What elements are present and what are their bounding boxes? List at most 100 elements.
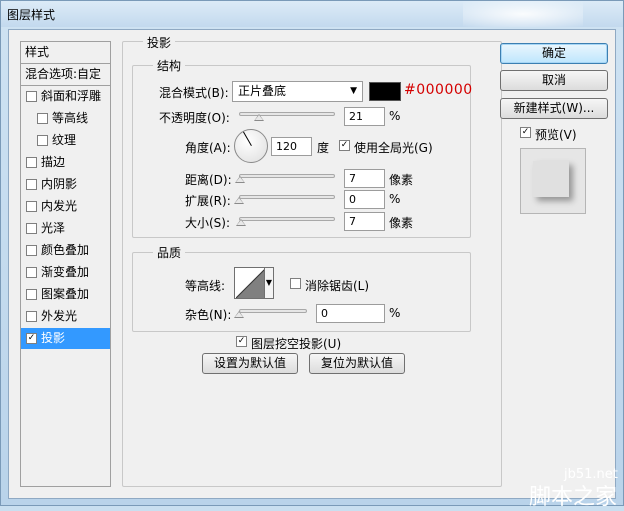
- style-list: 样式 混合选项:自定 斜面和浮雕等高线纹理描边内阴影内发光光泽颜色叠加渐变叠加图…: [20, 41, 111, 487]
- contour-label: 等高线:: [185, 279, 226, 293]
- style-item[interactable]: 内发光: [21, 196, 110, 217]
- size-label: 大小(S):: [185, 216, 231, 230]
- distance-slider-handle[interactable]: [235, 176, 245, 183]
- style-item-checkbox[interactable]: [26, 179, 37, 190]
- style-item-checkbox[interactable]: [26, 157, 37, 168]
- dialog-client-area: 样式 混合选项:自定 斜面和浮雕等高线纹理描边内阴影内发光光泽颜色叠加渐变叠加图…: [8, 29, 616, 499]
- style-item-checkbox[interactable]: [26, 267, 37, 278]
- style-item[interactable]: 斜面和浮雕: [21, 86, 110, 107]
- style-item[interactable]: 图案叠加: [21, 284, 110, 305]
- antialias-checkbox[interactable]: [290, 278, 301, 289]
- title-bar-glare: [463, 1, 583, 27]
- opacity-label: 不透明度(O):: [159, 111, 230, 125]
- structure-title: 结构: [153, 57, 186, 74]
- noise-label: 杂色(N):: [185, 308, 232, 322]
- blend-mode-select[interactable]: 正片叠底 ▼: [232, 81, 363, 102]
- style-item-label: 斜面和浮雕: [41, 89, 102, 103]
- style-item[interactable]: 渐变叠加: [21, 262, 110, 283]
- style-item-checkbox[interactable]: [26, 333, 37, 344]
- angle-input[interactable]: 120: [271, 137, 312, 156]
- preview-swatch: [533, 161, 569, 197]
- style-item-label: 描边: [41, 155, 66, 169]
- size-slider[interactable]: [239, 217, 335, 221]
- watermark-name: 脚本之家: [529, 485, 618, 510]
- opacity-slider-handle[interactable]: [254, 114, 265, 121]
- spread-label: 扩展(R):: [185, 194, 231, 208]
- spread-input[interactable]: 0: [344, 190, 385, 209]
- cancel-button[interactable]: 取消: [500, 70, 608, 91]
- style-item-label: 外发光: [41, 309, 78, 323]
- style-item-checkbox[interactable]: [26, 245, 37, 256]
- style-item-label: 内阴影: [41, 177, 78, 191]
- style-item-label: 渐变叠加: [41, 265, 90, 279]
- window-title: 图层样式: [7, 8, 56, 22]
- style-item[interactable]: 纹理: [21, 130, 110, 151]
- preview-thumbnail: [520, 148, 586, 214]
- style-item-checkbox[interactable]: [37, 135, 48, 146]
- shadow-color-hex: #000000: [404, 82, 473, 98]
- layer-style-dialog: 图层样式 样式 混合选项:自定 斜面和浮雕等高线纹理描边内阴影内发光光泽颜色叠加…: [0, 0, 624, 510]
- preview-checkbox[interactable]: [520, 127, 531, 138]
- contour-curve-icon: [236, 268, 266, 298]
- knockout-label: 图层挖空投影(U): [251, 337, 342, 351]
- style-item-label: 颜色叠加: [41, 243, 90, 257]
- angle-needle: [243, 131, 252, 146]
- drop-shadow-title: 投影: [143, 34, 176, 51]
- style-item-checkbox[interactable]: [26, 201, 37, 212]
- antialias-label: 消除锯齿(L): [305, 279, 370, 293]
- angle-label: 角度(A):: [185, 141, 231, 155]
- ok-button[interactable]: 确定: [500, 43, 608, 64]
- global-light-label: 使用全局光(G): [354, 141, 433, 155]
- style-item-label: 图案叠加: [41, 287, 90, 301]
- knockout-checkbox[interactable]: [236, 336, 247, 347]
- preview-label: 预览(V): [535, 128, 577, 142]
- style-item[interactable]: 光泽: [21, 218, 110, 239]
- noise-slider[interactable]: [239, 309, 307, 313]
- angle-dial[interactable]: [234, 129, 268, 163]
- angle-unit: 度: [317, 141, 330, 155]
- quality-group: [132, 252, 471, 332]
- distance-slider[interactable]: [239, 174, 335, 178]
- noise-input[interactable]: 0: [316, 304, 385, 323]
- size-slider-handle[interactable]: [236, 219, 246, 226]
- shadow-color-swatch[interactable]: [369, 82, 401, 101]
- blend-options-item[interactable]: 混合选项:自定: [21, 64, 110, 85]
- style-item-checkbox[interactable]: [37, 113, 48, 124]
- opacity-unit: %: [389, 109, 401, 123]
- style-item-label: 投影: [41, 331, 66, 345]
- style-item[interactable]: 描边: [21, 152, 110, 173]
- style-item-checkbox[interactable]: [26, 223, 37, 234]
- style-item-label: 光泽: [41, 221, 66, 235]
- chevron-down-icon: ▼: [350, 86, 357, 96]
- style-item-checkbox[interactable]: [26, 311, 37, 322]
- noise-unit: %: [389, 306, 401, 320]
- chevron-down-icon[interactable]: ▼: [264, 268, 273, 298]
- contour-picker[interactable]: ▼: [234, 267, 274, 299]
- make-default-button[interactable]: 设置为默认值: [202, 353, 298, 374]
- spread-slider-handle[interactable]: [234, 197, 244, 204]
- opacity-input[interactable]: 21: [344, 107, 385, 126]
- style-item-checkbox[interactable]: [26, 289, 37, 300]
- distance-input[interactable]: 7: [344, 169, 385, 188]
- style-item[interactable]: 等高线: [21, 108, 110, 129]
- noise-slider-handle[interactable]: [234, 311, 244, 318]
- spread-slider[interactable]: [239, 195, 335, 199]
- global-light-checkbox[interactable]: [339, 140, 350, 151]
- blend-mode-label: 混合模式(B):: [159, 86, 229, 100]
- style-item[interactable]: 外发光: [21, 306, 110, 327]
- title-bar: 图层样式: [1, 1, 623, 27]
- style-item-checkbox[interactable]: [26, 91, 37, 102]
- quality-title: 品质: [153, 244, 186, 261]
- style-item-label: 纹理: [52, 133, 77, 147]
- spread-unit: %: [389, 192, 401, 206]
- style-item-label: 等高线: [52, 111, 89, 125]
- distance-unit: 像素: [389, 173, 414, 187]
- style-item[interactable]: 颜色叠加: [21, 240, 110, 261]
- new-style-button[interactable]: 新建样式(W)...: [500, 98, 608, 119]
- style-list-header[interactable]: 样式: [21, 42, 110, 63]
- style-item[interactable]: 投影: [21, 328, 110, 349]
- size-input[interactable]: 7: [344, 212, 385, 231]
- size-unit: 像素: [389, 216, 414, 230]
- reset-default-button[interactable]: 复位为默认值: [309, 353, 405, 374]
- style-item[interactable]: 内阴影: [21, 174, 110, 195]
